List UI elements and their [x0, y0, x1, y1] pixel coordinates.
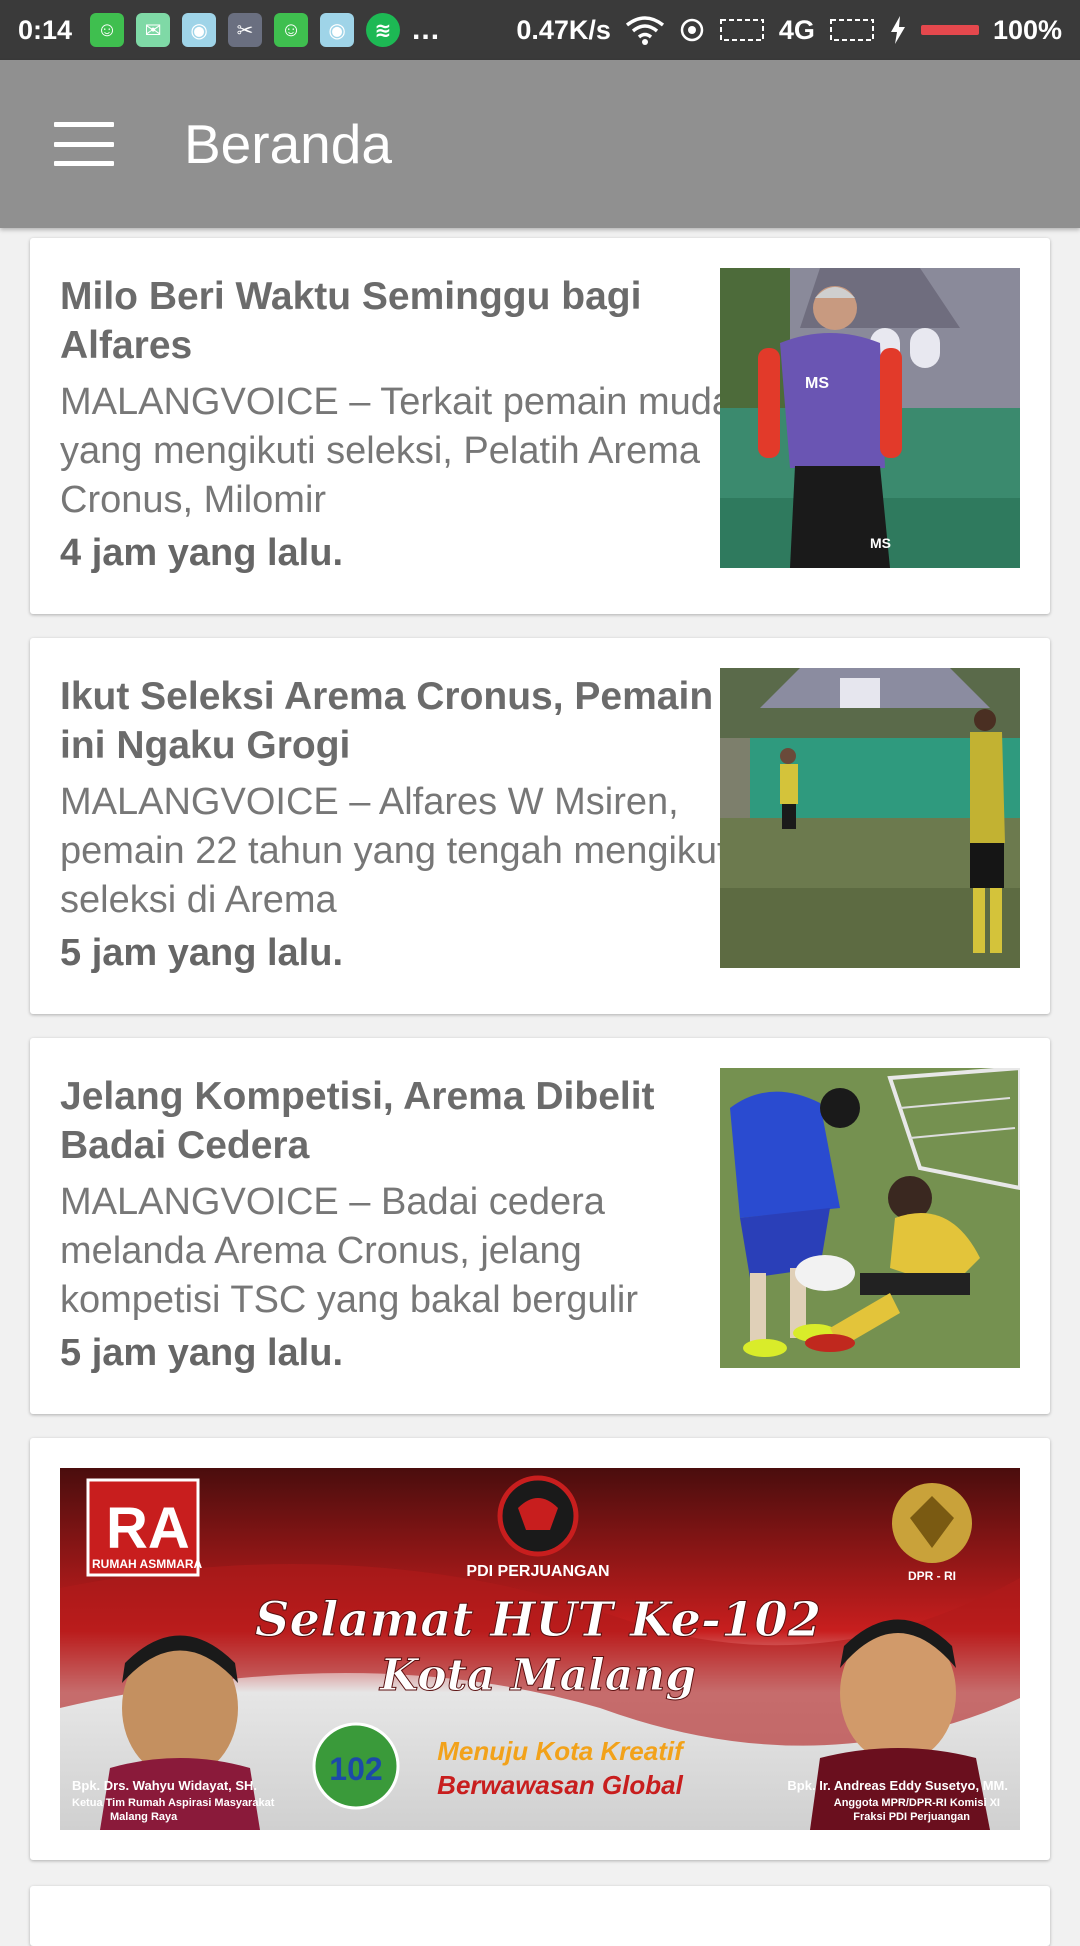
article-excerpt: MALANGVOICE – Terkait pemain muda yang m…	[60, 381, 734, 521]
app-notification-icon: ◉	[320, 13, 355, 47]
android-notification-icon: ☺	[274, 13, 309, 47]
svg-text:102: 102	[329, 1751, 382, 1787]
banner-emblem: DPR - RI	[908, 1569, 956, 1583]
banner-headline-1: Selamat HUT Ke-102	[255, 1592, 821, 1648]
hamburger-menu-icon[interactable]	[54, 122, 114, 166]
article-time: 5 jam yang lalu.	[60, 932, 343, 974]
banner-right-name: Bpk. Ir. Andreas Eddy Susetyo, MM.	[787, 1778, 1008, 1793]
article-title[interactable]: Ikut Seleksi Arema Cronus, Pemain ini Ng…	[60, 672, 740, 770]
chat-notification-icon: ✉	[136, 13, 171, 47]
app-notification-icon: ◉	[182, 13, 217, 47]
ad-banner[interactable]: RA RUMAH ASMMARA PDI PERJUANGAN DPR - RI…	[60, 1468, 1020, 1830]
article-text: Ikut Seleksi Arema Cronus, Pemain ini Ng…	[60, 672, 740, 981]
banner-left-role-2: Malang Raya	[110, 1811, 178, 1823]
hotspot-icon	[680, 18, 704, 42]
page-title: Beranda	[184, 113, 392, 175]
ad-banner-card[interactable]: RA RUMAH ASMMARA PDI PERJUANGAN DPR - RI…	[30, 1438, 1050, 1860]
scissors-notification-icon: ✂	[228, 13, 263, 47]
banner-party: PDI PERJUANGAN	[466, 1563, 609, 1580]
article-excerpt: MALANGVOICE – Alfares W Msiren, pemain 2…	[60, 781, 737, 921]
article-time: 5 jam yang lalu.	[60, 1332, 343, 1374]
article-title[interactable]: Jelang Kompetisi, Arema Dibelit Badai Ce…	[60, 1072, 740, 1170]
article-excerpt: MALANGVOICE – Badai cedera melanda Arema…	[60, 1181, 639, 1321]
banner-headline-2: Kota Malang	[378, 1650, 696, 1701]
article-thumbnail[interactable]	[720, 1068, 1020, 1368]
android-notification-icon: ☺	[90, 13, 125, 47]
wifi-icon	[625, 16, 664, 45]
svg-text:RA: RA	[106, 1496, 190, 1561]
charging-icon	[890, 16, 905, 44]
network-type: 4G	[778, 14, 815, 45]
banner-logo-text: RUMAH ASMMARA	[92, 1557, 203, 1571]
notification-icons: ☺ ✉ ◉ ✂ ☺ ◉ ≋	[90, 13, 401, 47]
banner-tagline-1: Menuju Kota Kreatif	[437, 1736, 685, 1766]
app-bar: Beranda	[0, 60, 1080, 228]
banner-right-role-1: Anggota MPR/DPR-RI Komisi XI	[834, 1797, 1000, 1809]
banner-right-role-2: Fraksi PDI Perjuangan	[853, 1811, 970, 1823]
article-thumbnail[interactable]	[720, 668, 1020, 968]
banner-left-role-1: Ketua Tim Rumah Aspirasi Masyarakat	[72, 1797, 275, 1809]
banner-tagline-2: Berwawasan Global	[437, 1770, 683, 1800]
banner-left-name: Bpk. Drs. Wahyu Widayat, SH.	[72, 1778, 257, 1793]
signal-icon	[719, 19, 764, 41]
article-card[interactable]: Jelang Kompetisi, Arema Dibelit Badai Ce…	[30, 1038, 1050, 1414]
svg-text:MS: MS	[870, 535, 891, 551]
status-bar: 0:14 ☺ ✉ ◉ ✂ ☺ ◉ ≋ ... 0.47K/s 4G 100%	[0, 0, 1080, 60]
article-text: Jelang Kompetisi, Arema Dibelit Badai Ce…	[60, 1072, 740, 1381]
article-time: 4 jam yang lalu.	[60, 532, 343, 574]
spotify-icon: ≋	[366, 13, 401, 47]
article-card[interactable]	[30, 1886, 1050, 1946]
article-title[interactable]: Milo Beri Waktu Seminggu bagi Alfares	[60, 272, 740, 370]
signal-icon-2	[829, 19, 874, 41]
more-notifications: ...	[412, 13, 441, 46]
article-thumbnail[interactable]: MS MS	[720, 268, 1020, 568]
status-right: 0.47K/s 4G 100%	[516, 15, 1062, 46]
svg-text:MS: MS	[805, 375, 829, 392]
net-speed: 0.47K/s	[516, 14, 611, 45]
battery-percent: 100%	[992, 14, 1062, 45]
battery-icon	[920, 25, 979, 35]
article-card[interactable]: Milo Beri Waktu Seminggu bagi Alfares MA…	[30, 238, 1050, 614]
status-time: 0:14	[18, 14, 73, 45]
article-text: Milo Beri Waktu Seminggu bagi Alfares MA…	[60, 272, 740, 581]
article-card[interactable]: Ikut Seleksi Arema Cronus, Pemain ini Ng…	[30, 638, 1050, 1014]
